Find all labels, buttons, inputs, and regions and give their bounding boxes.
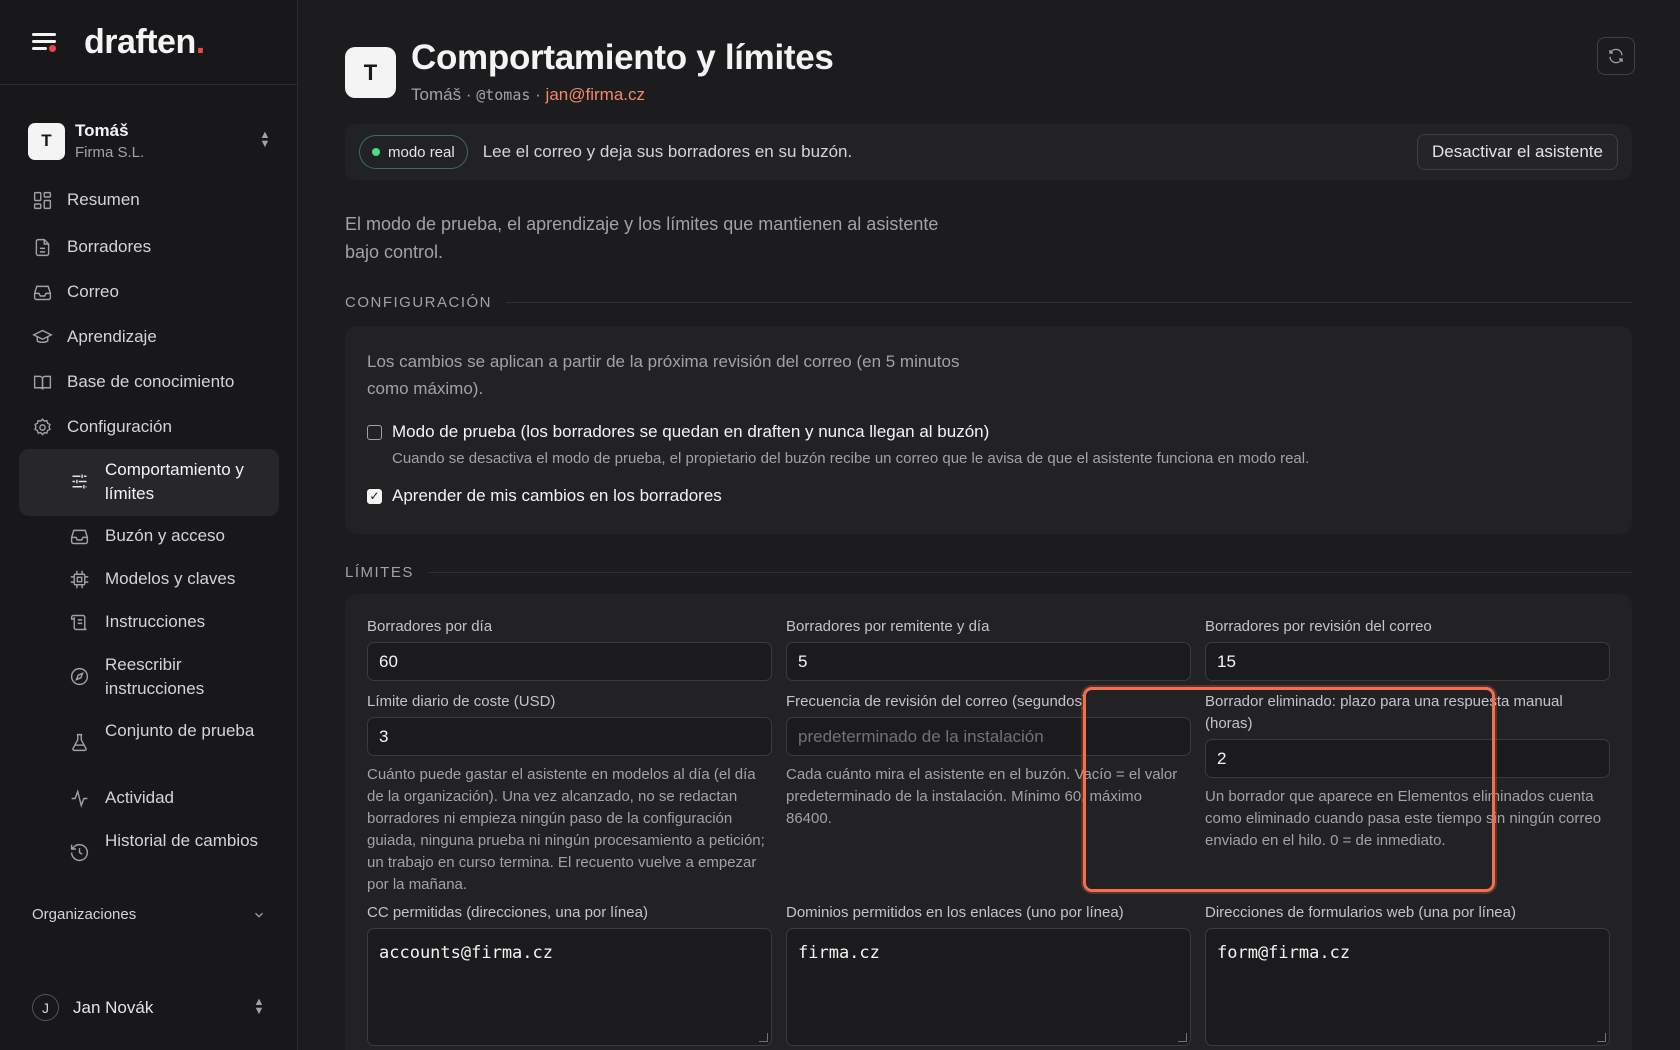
sub-item-modelos[interactable]: Modelos y claves	[69, 567, 269, 591]
nav-item-configuracion[interactable]: Configuración	[32, 415, 172, 439]
drafts-per-day-input[interactable]: 60	[367, 642, 772, 681]
page-intro: El modo de prueba, el aprendizaje y los …	[345, 214, 939, 262]
page-subtitle: Tomáš · @tomas · jan@firma.cz	[411, 85, 645, 104]
config-note: Los cambios se aplican a partir de la pr…	[367, 352, 960, 398]
page-avatar: T	[345, 47, 396, 98]
account-switcher[interactable]: T Tomáš Firma S.L. ▲ ▼	[28, 116, 272, 166]
account-org: Firma S.L.	[75, 144, 145, 161]
mode-description: Lee el correo y deja sus borradores en s…	[482, 142, 853, 161]
user-avatar: J	[32, 994, 59, 1021]
link-domains-textarea[interactable]: firma.cz	[786, 928, 1191, 1046]
test-mode-help: Cuando se desactiva el modo de prueba, e…	[392, 450, 1310, 467]
form-addresses-textarea[interactable]: form@firma.cz	[1205, 928, 1610, 1046]
brand-row: draften.	[0, 0, 297, 85]
menu-icon[interactable]	[32, 31, 60, 53]
sub-item-actividad[interactable]: Actividad	[69, 786, 269, 810]
document-icon	[35, 238, 50, 256]
chevron-updown-icon: ▲ ▼	[253, 995, 265, 1017]
account-avatar: T	[28, 122, 65, 160]
learn-checkbox[interactable]: ✓	[367, 488, 382, 504]
cc-allowed-textarea[interactable]: accounts@firma.cz	[367, 928, 772, 1046]
compass-icon	[70, 667, 89, 686]
user-email-link[interactable]: jan@firma.cz	[546, 85, 645, 104]
main-content: T Comportamiento y límites Tomáš · @toma…	[298, 0, 1680, 1050]
resize-grip-icon[interactable]	[1597, 1033, 1606, 1042]
mode-bar: modo real Lee el correo y deja sus borra…	[345, 124, 1632, 180]
inbox-icon	[70, 529, 89, 545]
refresh-icon	[1609, 48, 1623, 64]
nav-item-base-conocimiento[interactable]: Base de conocimiento	[32, 370, 234, 394]
history-icon	[70, 843, 89, 862]
drafts-per-day-field: Borradores por día 60	[367, 616, 772, 681]
scroll-icon	[70, 614, 87, 631]
graduation-cap-icon	[32, 329, 53, 343]
drafts-per-sender-input[interactable]: 5	[786, 642, 1191, 681]
sub-item-comportamiento[interactable]: Comportamiento y límites	[69, 458, 269, 506]
resize-grip-icon[interactable]	[759, 1033, 768, 1042]
sub-item-historial[interactable]: Historial de cambios	[69, 829, 269, 863]
nav-item-aprendizaje[interactable]: Aprendizaje	[32, 325, 157, 349]
mode-badge: modo real	[359, 135, 468, 169]
section-limits-title: LÍMITES	[345, 564, 1632, 581]
activity-icon	[71, 789, 88, 808]
drafts-per-check-input[interactable]: 15	[1205, 642, 1610, 681]
nav-item-borradores[interactable]: Borradores	[32, 235, 151, 259]
link-domains-field: Dominios permitidos en los enlaces (uno …	[786, 902, 1191, 1046]
drafts-per-sender-field: Borradores por remitente y día 5	[786, 616, 1191, 681]
test-mode-checkbox[interactable]	[367, 424, 382, 440]
gear-icon	[34, 417, 51, 436]
drafts-per-check-field: Borradores por revisión del correo 15	[1205, 616, 1610, 681]
nav-item-correo[interactable]: Correo	[32, 280, 119, 304]
sub-item-reescribir[interactable]: Reescribir instrucciones	[69, 653, 269, 701]
book-icon	[33, 375, 52, 390]
chip-icon	[70, 570, 89, 589]
status-dot-icon	[372, 148, 380, 156]
sub-item-conjunto-prueba[interactable]: Conjunto de prueba	[69, 719, 269, 753]
nav-item-resumen[interactable]: Resumen	[32, 188, 140, 212]
account-name: Tomáš	[75, 121, 129, 140]
refresh-button[interactable]	[1597, 37, 1635, 75]
cc-allowed-field: CC permitidas (direcciones, una por líne…	[367, 902, 772, 1046]
sub-item-instrucciones[interactable]: Instrucciones	[69, 610, 269, 634]
chevron-updown-icon: ▲ ▼	[259, 129, 271, 150]
daily-cost-help: Cuánto puede gastar el asistente en mode…	[367, 766, 765, 893]
user-menu[interactable]: J Jan Novák ▲ ▼	[32, 994, 266, 1021]
chevron-down-icon	[255, 912, 263, 918]
resize-grip-icon[interactable]	[1178, 1033, 1187, 1042]
focus-highlight	[1083, 687, 1495, 892]
form-addresses-field: Direcciones de formularios web (una por …	[1205, 902, 1610, 1046]
section-config-title: CONFIGURACIÓN	[345, 294, 1632, 311]
deactivate-assistant-button[interactable]: Desactivar el asistente	[1416, 134, 1618, 170]
user-name: Jan Novák	[73, 997, 154, 1017]
brand-logo[interactable]: draften.	[84, 23, 205, 62]
flask-icon	[72, 733, 87, 752]
inbox-icon	[33, 285, 52, 300]
organizations-toggle[interactable]: Organizaciones	[32, 906, 266, 923]
sliders-icon	[72, 474, 87, 489]
dashboard-icon	[33, 191, 52, 209]
daily-cost-field: Límite diario de coste (USD) 3 Cuánto pu…	[367, 691, 772, 896]
user-handle: @tomas	[476, 86, 531, 104]
daily-cost-input[interactable]: 3	[367, 717, 772, 756]
learn-checkbox-row[interactable]: ✓ Aprender de mis cambios en los borrado…	[367, 486, 722, 506]
page-title: Comportamiento y límites	[411, 38, 834, 77]
test-mode-checkbox-row[interactable]: Modo de prueba (los borradores se quedan…	[367, 422, 989, 442]
sub-item-buzon[interactable]: Buzón y acceso	[69, 524, 269, 548]
config-card: Los cambios se aplican a partir de la pr…	[345, 326, 1632, 534]
sidebar: draften. T Tomáš Firma S.L. ▲ ▼ Resumen B…	[0, 0, 298, 1050]
